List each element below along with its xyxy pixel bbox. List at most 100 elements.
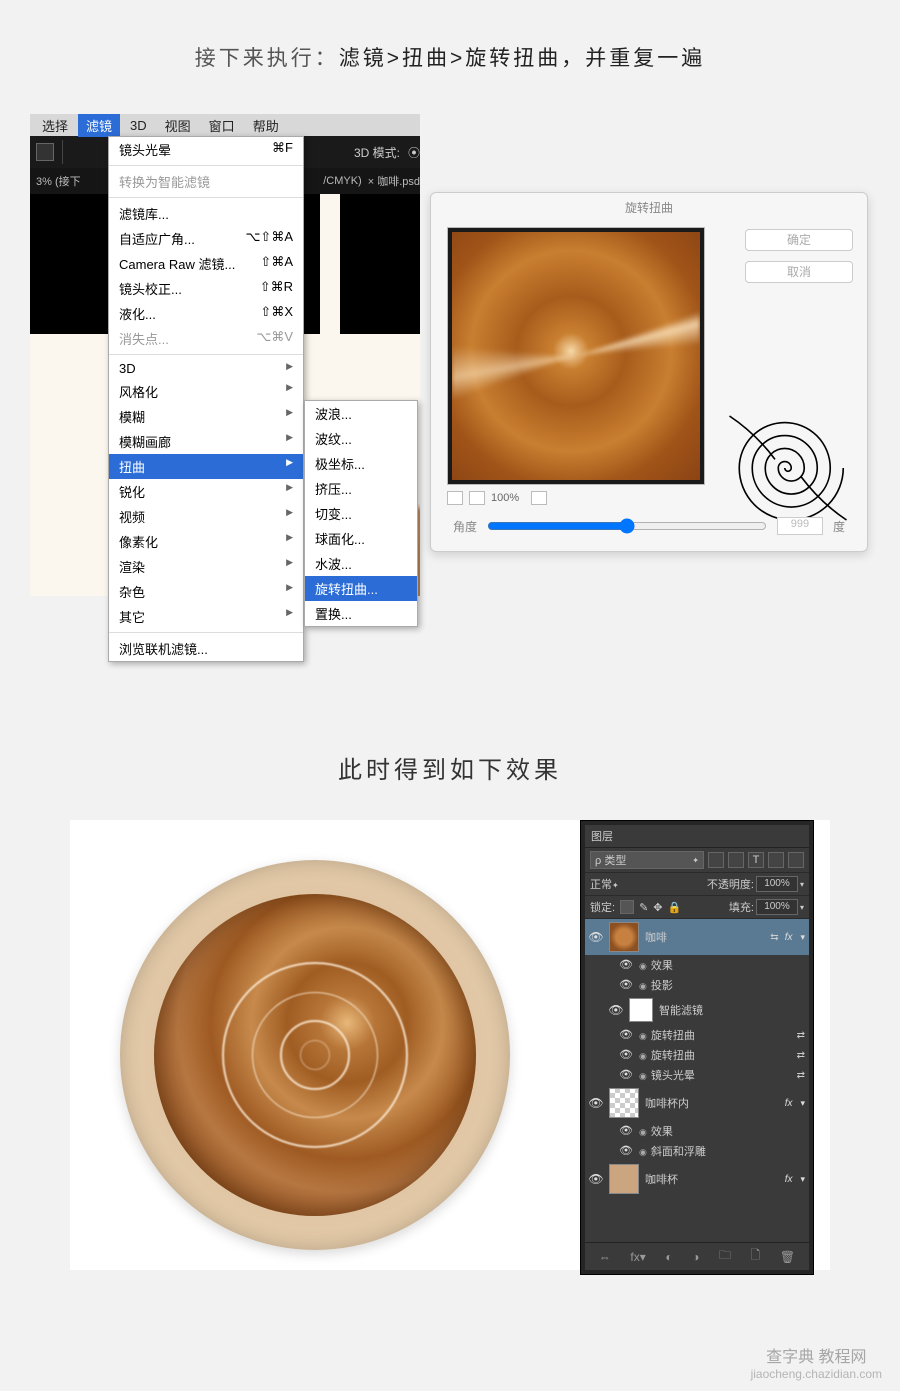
visibility-icon[interactable]: 👁 bbox=[619, 978, 633, 992]
sub-twirl[interactable]: 旋转扭曲... bbox=[305, 576, 417, 601]
visibility-icon[interactable]: 👁 bbox=[619, 1028, 633, 1042]
visibility-icon[interactable]: 👁 bbox=[589, 1172, 603, 1186]
filter-adjust-icon[interactable] bbox=[728, 852, 744, 868]
chevron-down-icon[interactable]: ▾ bbox=[800, 1174, 805, 1185]
menu-render[interactable]: 渲染 bbox=[109, 554, 303, 579]
filter-shape-icon[interactable] bbox=[768, 852, 784, 868]
layer-thumb[interactable] bbox=[609, 1088, 639, 1118]
layer-thumb[interactable] bbox=[609, 922, 639, 952]
sub-shear[interactable]: 切变... bbox=[305, 501, 417, 526]
sub-effects[interactable]: 👁效果 bbox=[585, 955, 809, 975]
fx-badge[interactable]: fx bbox=[785, 1098, 793, 1109]
layer-coffee[interactable]: 👁 咖啡 ⇆ fx ▾ bbox=[585, 919, 809, 955]
filter-options-icon[interactable]: ⇄ bbox=[797, 1030, 805, 1041]
sub-ripple[interactable]: 波纹... bbox=[305, 426, 417, 451]
lock-trans-icon[interactable] bbox=[620, 900, 634, 914]
filter-smart-icon[interactable] bbox=[788, 852, 804, 868]
filter-type-icon[interactable]: T bbox=[748, 852, 764, 868]
cancel-button[interactable]: 取消 bbox=[745, 261, 853, 283]
sub-wave[interactable]: 波浪... bbox=[305, 401, 417, 426]
sub-effects-2[interactable]: 👁效果 bbox=[585, 1121, 809, 1141]
visibility-icon[interactable]: 👁 bbox=[589, 930, 603, 944]
visibility-icon[interactable]: 👁 bbox=[609, 1003, 623, 1017]
menu-select[interactable]: 选择 bbox=[34, 114, 76, 137]
visibility-icon[interactable]: 👁 bbox=[589, 1096, 603, 1110]
sub-twirl-1[interactable]: 👁旋转扭曲⇄ bbox=[585, 1025, 809, 1045]
doc-tab-1[interactable]: 3% (接下 bbox=[36, 173, 81, 189]
visibility-icon[interactable]: 👁 bbox=[619, 958, 633, 972]
menu-pixelate[interactable]: 像素化 bbox=[109, 529, 303, 554]
sub-twirl-2[interactable]: 👁旋转扭曲⇄ bbox=[585, 1045, 809, 1065]
menu-distort[interactable]: 扭曲 bbox=[109, 454, 303, 479]
chevron-down-icon[interactable]: ▾ bbox=[800, 932, 805, 943]
zoom-in-icon[interactable] bbox=[469, 491, 485, 505]
menu-liquify[interactable]: 液化...⇧⌘X bbox=[109, 301, 303, 326]
sub-drop-shadow[interactable]: 👁投影 bbox=[585, 975, 809, 995]
visibility-icon[interactable]: 👁 bbox=[619, 1124, 633, 1138]
menu-filter[interactable]: 滤镜 bbox=[78, 114, 120, 137]
filter-options-icon[interactable]: ⇄ bbox=[797, 1070, 805, 1081]
mask-thumb[interactable] bbox=[629, 998, 653, 1022]
menu-video[interactable]: 视频 bbox=[109, 504, 303, 529]
menu-lens-correction[interactable]: 镜头校正...⇧⌘R bbox=[109, 276, 303, 301]
trash-icon[interactable]: 🗑 bbox=[780, 1250, 795, 1264]
visibility-icon[interactable]: 👁 bbox=[619, 1144, 633, 1158]
folder-icon[interactable]: 🗀 bbox=[719, 1246, 731, 1267]
layer-cup-inside[interactable]: 👁 咖啡杯内 fx ▾ bbox=[585, 1085, 809, 1121]
opacity-value[interactable]: 100% bbox=[756, 876, 798, 892]
menu-3d-group[interactable]: 3D bbox=[109, 358, 303, 379]
sub-polar[interactable]: 极坐标... bbox=[305, 451, 417, 476]
fx-badge[interactable]: fx bbox=[785, 932, 793, 943]
layer-thumb[interactable] bbox=[609, 1164, 639, 1194]
chevron-down-icon[interactable]: ▾ bbox=[800, 1098, 805, 1109]
menu-3d[interactable]: 3D bbox=[122, 116, 155, 135]
visibility-icon[interactable]: 👁 bbox=[619, 1048, 633, 1062]
visibility-icon[interactable]: 👁 bbox=[619, 1068, 633, 1082]
tool-swatch[interactable] bbox=[36, 143, 54, 161]
sub-bevel[interactable]: 👁斜面和浮雕 bbox=[585, 1141, 809, 1161]
zoom-out-icon[interactable] bbox=[447, 491, 463, 505]
menu-stylize[interactable]: 风格化 bbox=[109, 379, 303, 404]
mode-3d-icon[interactable]: ⦿ bbox=[408, 144, 420, 161]
mask-icon[interactable]: ◐ bbox=[665, 1250, 672, 1264]
fx-badge[interactable]: fx bbox=[785, 1174, 793, 1185]
sub-lens-flare[interactable]: 👁镜头光晕⇄ bbox=[585, 1065, 809, 1085]
link-icon[interactable]: ⇆ bbox=[770, 932, 778, 943]
menu-browse-online[interactable]: 浏览联机滤镜... bbox=[109, 636, 303, 661]
menu-blur[interactable]: 模糊 bbox=[109, 404, 303, 429]
layer-smart-filters[interactable]: 👁 智能滤镜 bbox=[585, 995, 809, 1025]
ok-button[interactable]: 确定 bbox=[745, 229, 853, 251]
sub-pinch[interactable]: 挤压... bbox=[305, 476, 417, 501]
layer-cup[interactable]: 👁 咖啡杯 fx ▾ bbox=[585, 1161, 809, 1197]
menu-window[interactable]: 窗口 bbox=[201, 114, 243, 137]
menu-view[interactable]: 视图 bbox=[157, 114, 199, 137]
sub-zigzag[interactable]: 水波... bbox=[305, 551, 417, 576]
doc-tab-2[interactable]: × 咖啡.psd bbox=[368, 173, 420, 189]
fx-icon[interactable]: fx▾ bbox=[630, 1250, 645, 1264]
sub-spherize[interactable]: 球面化... bbox=[305, 526, 417, 551]
fill-value[interactable]: 100% bbox=[756, 899, 798, 915]
menu-filter-gallery[interactable]: 滤镜库... bbox=[109, 201, 303, 226]
layers-tab[interactable]: 图层 bbox=[585, 825, 809, 848]
adjustment-icon[interactable]: ◑ bbox=[692, 1250, 699, 1264]
link-layers-icon[interactable]: ⇔ bbox=[599, 1250, 611, 1264]
menu-noise[interactable]: 杂色 bbox=[109, 579, 303, 604]
sub-displace[interactable]: 置换... bbox=[305, 601, 417, 626]
menu-help[interactable]: 帮助 bbox=[245, 114, 287, 137]
layer-kind-select[interactable]: ρ 类型✦ bbox=[590, 851, 704, 869]
filter-options-icon[interactable]: ⇄ bbox=[797, 1050, 805, 1061]
zoom-fit-icon[interactable] bbox=[531, 491, 547, 505]
doc-tab-cmyk[interactable]: /CMYK) bbox=[323, 175, 362, 187]
blend-mode-select[interactable]: 正常✦ bbox=[590, 876, 660, 892]
lock-brush-icon[interactable]: ✎ bbox=[639, 901, 648, 914]
lock-all-icon[interactable]: 🔒 bbox=[668, 901, 682, 914]
menu-sharpen[interactable]: 锐化 bbox=[109, 479, 303, 504]
lock-move-icon[interactable]: ✥ bbox=[653, 901, 662, 914]
menu-adaptive-wide[interactable]: 自适应广角...⌥⇧⌘A bbox=[109, 226, 303, 251]
filter-pixel-icon[interactable] bbox=[708, 852, 724, 868]
fill-chevron-icon[interactable]: ▾ bbox=[800, 903, 804, 912]
menu-blur-gallery[interactable]: 模糊画廊 bbox=[109, 429, 303, 454]
menu-other[interactable]: 其它 bbox=[109, 604, 303, 629]
opacity-chevron-icon[interactable]: ▾ bbox=[800, 880, 804, 889]
angle-slider[interactable] bbox=[487, 518, 767, 534]
